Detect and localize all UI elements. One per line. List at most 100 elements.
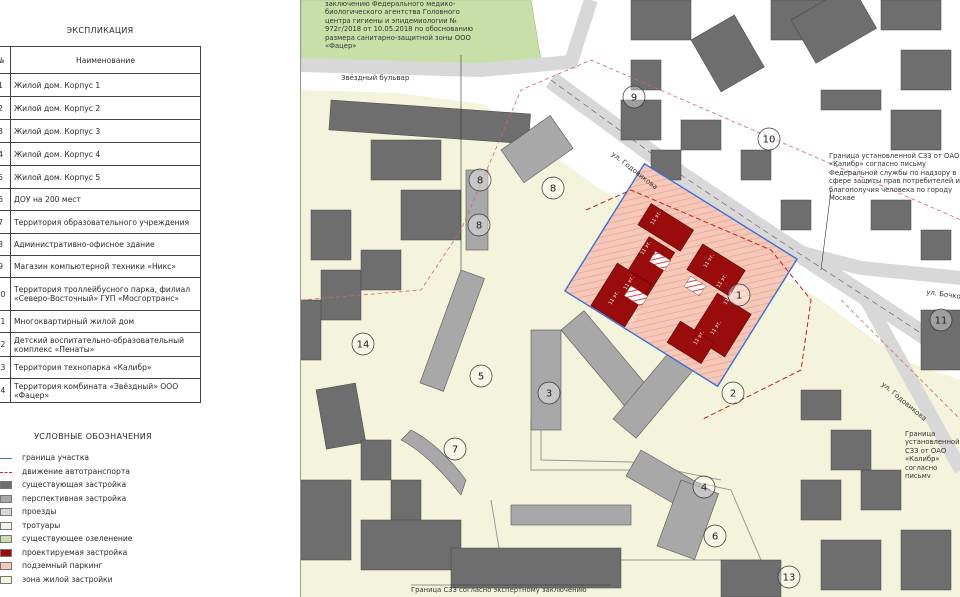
explication-row: 1 Жилой дом. Корпус 1 xyxy=(0,73,201,97)
explication-row-name: Многоквартирный жилой дом xyxy=(10,310,201,333)
legend-label: перспективная застройка xyxy=(22,493,127,503)
explication-row-name: Жилой дом. Корпус 5 xyxy=(10,165,201,189)
explication-row-num: 6 xyxy=(0,188,11,211)
explication-row: 5 Жилой дом. Корпус 5 xyxy=(0,165,201,189)
explication-row: 8 Административно-офисное здание xyxy=(0,233,201,256)
explication-row: 13Территория технопарка «Калибр» xyxy=(0,356,201,379)
legend-swatch xyxy=(0,471,12,473)
legend-label: подземный паркинг xyxy=(22,561,103,570)
legend-label: зона жилой застройки xyxy=(22,574,113,584)
map-label-number: 8 xyxy=(477,176,483,187)
explication-row-num: 11 xyxy=(0,310,11,333)
explication-row-num: 5 xyxy=(0,165,11,189)
legend-swatch xyxy=(0,494,12,503)
map-label-number: 1 xyxy=(736,291,742,302)
explication-row-name: Территория троллейбусного парка, филиал … xyxy=(10,277,201,311)
explication-row-num: 3 xyxy=(0,119,11,143)
explication-row-num: 10 xyxy=(0,277,11,311)
explication-row-num: 7 xyxy=(0,210,11,234)
explication-row-name: Жилой дом. Корпус 3 xyxy=(10,119,201,143)
map-label-number: 5 xyxy=(478,372,484,383)
map-label-10: 10 xyxy=(757,127,781,151)
explication-row-name: Жилой дом. Корпус 2 xyxy=(10,96,201,120)
map-label-number: 11 xyxy=(935,316,948,327)
street-label: ул. Бочкова xyxy=(926,288,960,302)
note-right: Граница установленной СЗЗ от ОАО «Калибр… xyxy=(829,152,960,203)
map-label-number: 2 xyxy=(730,389,736,400)
explication-row: 7 Территория образовательного учреждения xyxy=(0,210,201,234)
explication-row-name: Магазин компьютерной техники «Никс» xyxy=(10,255,201,278)
explication-row-name: ДОУ на 200 мест xyxy=(10,188,201,211)
legend-label: существующее озеленение xyxy=(22,534,133,543)
explication-row-num: 13 xyxy=(0,356,11,379)
map-label-number: 7 xyxy=(452,445,458,456)
explication-row: 3 Жилой дом. Корпус 3 xyxy=(0,119,201,143)
legend-label: тротуары xyxy=(22,520,61,530)
col-num-header: № xyxy=(0,46,11,74)
map-label-7: 7 xyxy=(443,437,467,461)
map-label-3: 3 xyxy=(537,381,561,405)
map-label-13: 13 xyxy=(777,565,801,589)
legend-swatch xyxy=(0,562,12,570)
site-plan-map[interactable]: 1 2 3 4 5 6 7 8 8 8 9 10 11 13 14 Звёздный бульвар ул. … xyxy=(300,0,960,597)
map-label-4: 4 xyxy=(692,475,716,499)
legend-swatch xyxy=(0,521,12,530)
map-label-6: 6 xyxy=(703,524,727,548)
legend-label: движение автотранспорта xyxy=(22,466,130,476)
explication-row-num: 4 xyxy=(0,142,11,166)
explication-row: 10Территория троллейбусного парка, филиа… xyxy=(0,277,201,311)
map-label-9: 9 xyxy=(622,85,646,109)
note-top: заключению Федерального медико-биологиче… xyxy=(325,0,474,51)
explication-row-name: Территория комбината «Звёздный» ООО «Фац… xyxy=(10,378,201,403)
map-label-8: 8 xyxy=(468,168,492,192)
site-plan-svg: 1 2 3 4 5 6 7 8 8 8 9 10 11 13 14 Звёздный бульвар ул. … xyxy=(301,0,960,597)
map-label-8: 8 xyxy=(541,176,565,200)
col-name-header: Наименование xyxy=(10,46,201,74)
map-label-number: 4 xyxy=(701,483,707,494)
note-bottom: Граница СЗЗ согласно экспертному заключе… xyxy=(411,586,587,594)
explication-row-name: Административно-офисное здание xyxy=(10,233,201,256)
map-label-14: 14 xyxy=(351,332,375,356)
map-label-number: 13 xyxy=(783,573,796,584)
explication-row-num: 1 xyxy=(0,73,11,97)
legend-swatch xyxy=(0,575,12,584)
legend-title: УСЛОВНЫЕ ОБОЗНАЧЕНИЯ xyxy=(34,432,152,441)
explication-row: 2 Жилой дом. Корпус 2 xyxy=(0,96,201,120)
legend-swatch xyxy=(0,535,12,543)
explication-row-num: 14 xyxy=(0,378,11,403)
explication-row-name: Жилой дом. Корпус 1 xyxy=(10,73,201,97)
explication-row-num: 8 xyxy=(0,233,11,256)
map-label-number: 14 xyxy=(357,340,370,351)
legend-label: проектируемая застройка xyxy=(22,547,128,557)
map-label-number: 9 xyxy=(631,93,637,104)
map-label-number: 10 xyxy=(763,135,776,146)
legend-swatch xyxy=(0,458,12,459)
legend-label: проезды xyxy=(22,507,57,516)
explication-header-row: № Наименование xyxy=(0,46,201,74)
explication-row: 14Территория комбината «Звёздный» ООО «Ф… xyxy=(0,378,201,403)
explication-row-num: 9 xyxy=(0,255,11,278)
explication-row-name: Жилой дом. Корпус 4 xyxy=(10,142,201,166)
map-label-11: 11 xyxy=(929,308,953,332)
explication-row-name: Детский воспитательно-образовательный ко… xyxy=(10,332,201,357)
map-label-8: 8 xyxy=(467,213,491,237)
explication-row: 4 Жилой дом. Корпус 4 xyxy=(0,142,201,166)
map-label-number: 3 xyxy=(546,389,552,400)
map-label-number: 8 xyxy=(550,184,556,195)
explication-row: 9 Магазин компьютерной техники «Никс» xyxy=(0,255,201,278)
street-label: Звёздный бульвар xyxy=(341,74,410,82)
explication-row: 11Многоквартирный жилой дом xyxy=(0,310,201,333)
map-label-5: 5 xyxy=(469,364,493,388)
left-panel: ЭКСПЛИКАЦИЯ № Наименование 1 Жилой дом. К… xyxy=(0,0,300,597)
legend-label: существующая застройка xyxy=(22,480,127,489)
legend-swatch xyxy=(0,548,12,557)
map-label-number: 8 xyxy=(476,221,482,232)
note-right2: Граница установленной СЗЗ от ОАО «Калибр… xyxy=(905,430,960,478)
legend-label: граница участка xyxy=(22,453,90,462)
legend-swatch xyxy=(0,508,12,516)
explication-row: 12Детский воспитательно-образовательный … xyxy=(0,332,201,357)
explication-row-num: 12 xyxy=(0,332,11,357)
explication-title: ЭКСПЛИКАЦИЯ xyxy=(66,26,134,35)
explication-row: 6 ДОУ на 200 мест xyxy=(0,188,201,211)
explication-row-name: Территория образовательного учреждения xyxy=(10,210,201,234)
